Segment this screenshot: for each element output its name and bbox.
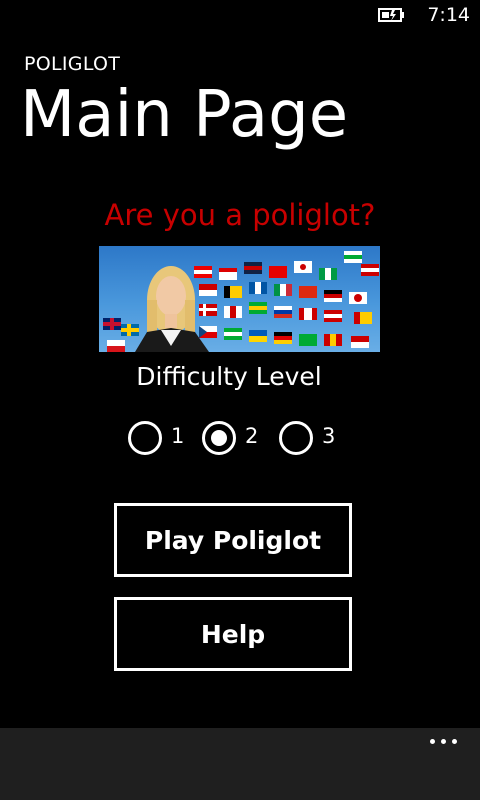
page-title: Main Page [20, 78, 349, 152]
radio-label: 1 [171, 424, 185, 448]
radio-circle[interactable] [279, 421, 313, 455]
radio-circle[interactable] [128, 421, 162, 455]
help-button[interactable]: Help [114, 597, 352, 671]
radio-selected-dot [211, 430, 227, 446]
difficulty-level-label: Difficulty Level [136, 362, 322, 391]
status-time: 7:14 [427, 4, 470, 26]
play-poliglot-button[interactable]: Play Poliglot [114, 503, 352, 577]
app-title: POLIGLOT [24, 53, 121, 75]
question-heading: Are you a poliglot? [104, 198, 376, 232]
radio-label: 2 [245, 424, 259, 448]
ellipsis-more-icon[interactable] [430, 736, 458, 746]
battery-charging-icon [378, 8, 404, 22]
banner-image [99, 246, 380, 352]
app-bar [0, 728, 480, 800]
radio-label: 3 [322, 424, 336, 448]
status-bar: 7:14 [0, 0, 480, 32]
